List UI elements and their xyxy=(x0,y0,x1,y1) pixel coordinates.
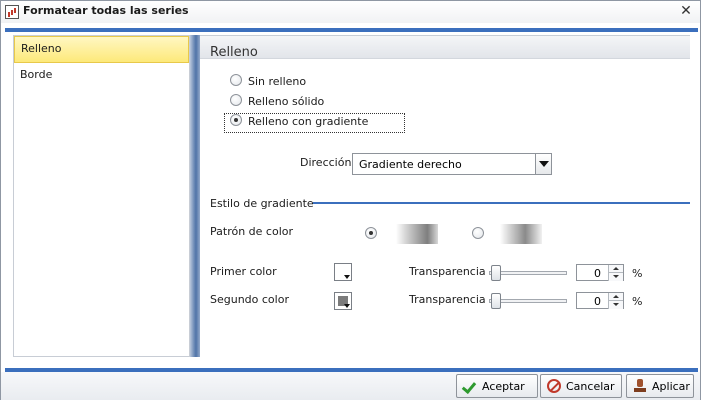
percent-label-1: % xyxy=(632,267,643,280)
gradient-style-label: Estilo de gradiente xyxy=(210,197,314,210)
transparency-label-1: Transparencia xyxy=(409,265,486,278)
color-pattern-label: Patrón de color xyxy=(210,225,294,238)
gradient-pattern-2-preview[interactable] xyxy=(500,224,542,244)
chart-app-icon xyxy=(5,5,19,19)
transparency-spinner-2[interactable]: 0 xyxy=(576,292,624,309)
sidebar-item-borde[interactable]: Borde xyxy=(14,63,189,90)
spin-down-icon[interactable] xyxy=(608,301,623,309)
close-icon[interactable]: ✕ xyxy=(680,4,692,18)
first-color-picker[interactable] xyxy=(334,263,352,281)
percent-label-2: % xyxy=(632,295,643,308)
first-color-label: Primer color xyxy=(210,265,277,278)
sidebar-item-relleno[interactable]: Relleno xyxy=(14,36,189,63)
chevron-down-icon[interactable] xyxy=(535,154,551,174)
transparency-slider-2-thumb[interactable] xyxy=(491,293,501,309)
pattern-1-radio[interactable] xyxy=(365,227,377,239)
direction-select[interactable]: Gradiente derecho xyxy=(352,153,552,175)
dialog-footer: Aceptar Cancelar Aplicar xyxy=(1,372,700,400)
top-divider xyxy=(5,28,698,32)
ok-button[interactable]: Aceptar xyxy=(456,374,538,398)
fill-settings-panel: Relleno Sin relleno Relleno sólido Relle… xyxy=(200,35,690,357)
second-color-label: Segundo color xyxy=(210,293,289,306)
transparency-value-2[interactable]: 0 xyxy=(594,295,601,308)
cancel-icon xyxy=(547,379,561,393)
section-header: Relleno xyxy=(200,36,690,60)
category-list: Relleno Borde xyxy=(13,35,190,357)
spin-up-icon[interactable] xyxy=(608,293,623,301)
transparency-value-1[interactable]: 0 xyxy=(594,267,601,280)
ok-button-label: Aceptar xyxy=(482,380,525,393)
apply-button-label: Aplicar xyxy=(652,380,690,393)
section-title: Relleno xyxy=(210,45,258,60)
apply-stamp-icon xyxy=(633,379,647,393)
second-color-picker[interactable] xyxy=(334,292,352,310)
format-series-dialog: Formatear todas las series ✕ Relleno Bor… xyxy=(0,0,701,400)
gradient-fill-radio[interactable] xyxy=(230,114,242,126)
no-fill-label[interactable]: Sin relleno xyxy=(248,75,306,88)
gradient-pattern-1-preview[interactable] xyxy=(396,224,438,244)
gradient-style-divider xyxy=(313,202,690,204)
panel-splitter[interactable] xyxy=(190,35,200,357)
check-icon xyxy=(463,379,477,393)
window-title: Formatear todas las series xyxy=(23,4,189,17)
gradient-fill-label[interactable]: Relleno con gradiente xyxy=(248,115,368,128)
solid-fill-radio[interactable] xyxy=(230,94,242,106)
no-fill-radio[interactable] xyxy=(230,74,242,86)
cancel-button[interactable]: Cancelar xyxy=(540,374,622,398)
title-bar[interactable]: Formatear todas las series ✕ xyxy=(1,1,700,23)
transparency-label-2: Transparencia xyxy=(409,293,486,306)
cancel-button-label: Cancelar xyxy=(566,380,615,393)
direction-label: Dirección xyxy=(300,156,352,169)
spin-down-icon[interactable] xyxy=(608,273,623,281)
spin-up-icon[interactable] xyxy=(608,265,623,273)
direction-value: Gradiente derecho xyxy=(359,158,462,171)
pattern-2-radio[interactable] xyxy=(472,227,484,239)
transparency-slider-1-thumb[interactable] xyxy=(491,265,501,281)
apply-button[interactable]: Aplicar xyxy=(626,374,694,398)
solid-fill-label[interactable]: Relleno sólido xyxy=(248,95,324,108)
transparency-spinner-1[interactable]: 0 xyxy=(576,264,624,281)
